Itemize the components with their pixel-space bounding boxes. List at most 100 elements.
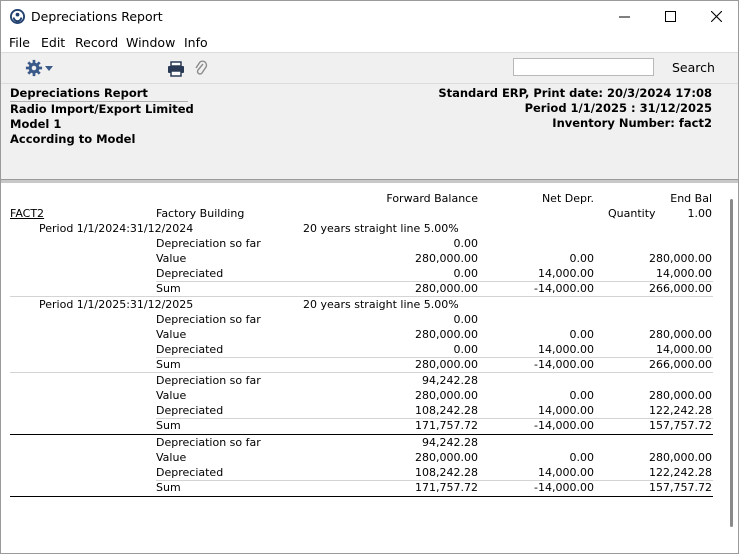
forward-balance-value: 280,000.00	[415, 252, 478, 265]
vertical-scrollbar[interactable]	[730, 199, 733, 527]
period-label: Period 1/1/2024:31/12/2024	[39, 222, 194, 235]
net-depr-value: 0.00	[569, 389, 595, 402]
row-label: Depreciation so far	[156, 237, 261, 250]
menu-info[interactable]: Info	[184, 35, 208, 50]
minimize-button[interactable]	[601, 1, 647, 32]
row-label: Value	[156, 389, 187, 402]
net-depr-value: -14,000.00	[534, 481, 594, 494]
forward-balance-value: 280,000.00	[415, 389, 478, 402]
end-bal-value: 280,000.00	[649, 451, 712, 464]
search-input[interactable]	[513, 58, 654, 76]
forward-balance-value: 0.00	[453, 313, 479, 326]
period-label: Period 1/1/2025:31/12/2025	[39, 298, 194, 311]
period-range: Period 1/1/2025 : 31/12/2025	[524, 101, 712, 115]
forward-balance-value: 108,242.28	[415, 404, 478, 417]
row-label: Depreciation so far	[156, 436, 261, 449]
net-depr-value: -14,000.00	[534, 282, 594, 295]
end-bal-value: 266,000.00	[649, 358, 712, 371]
period-separator	[10, 372, 713, 373]
depreciation-method: 20 years straight line 5.00%	[303, 222, 459, 235]
forward-balance-value: 280,000.00	[415, 282, 478, 295]
toolbar: Search	[1, 52, 738, 83]
end-bal-value: 157,757.72	[649, 481, 712, 494]
menu-file[interactable]: File	[9, 35, 30, 50]
forward-balance-value: 171,757.72	[415, 419, 478, 432]
row-label: Value	[156, 328, 187, 341]
grand-total-separator	[10, 434, 713, 435]
net-depr-value: -14,000.00	[534, 419, 594, 432]
inventory-number: Inventory Number: fact2	[552, 116, 712, 130]
printer-icon[interactable]	[167, 61, 185, 77]
end-bal-value: 14,000.00	[656, 267, 712, 280]
end-bal-value: 280,000.00	[649, 328, 712, 341]
app-logo-icon	[10, 9, 25, 24]
report-end-line	[10, 496, 713, 497]
end-bal-value: 122,242.28	[649, 404, 712, 417]
menu-record[interactable]: Record	[75, 35, 118, 50]
company-name: Radio Import/Export Limited	[10, 102, 194, 116]
report-header: Depreciations Report Radio Import/Export…	[1, 83, 738, 179]
row-label: Depreciation so far	[156, 374, 261, 387]
model-name: Model 1	[10, 117, 62, 131]
asset-name: Factory Building	[156, 207, 245, 220]
row-label: Depreciated	[156, 267, 224, 280]
paperclip-icon[interactable]	[194, 60, 208, 78]
quantity-value: 1.00	[687, 207, 713, 220]
row-label: Value	[156, 451, 187, 464]
depreciation-method: 20 years straight line 5.00%	[303, 298, 459, 311]
close-icon	[710, 11, 722, 22]
asset-code-link[interactable]: FACT2	[10, 207, 44, 220]
row-label: Value	[156, 252, 187, 265]
net-depr-value: 0.00	[569, 451, 595, 464]
end-bal-value: 157,757.72	[649, 419, 712, 432]
minimize-icon	[618, 16, 630, 18]
net-depr-value: 0.00	[569, 252, 595, 265]
row-label: Depreciated	[156, 466, 224, 479]
net-depr-value: 14,000.00	[538, 466, 594, 479]
title-bar: Depreciations Report	[1, 1, 738, 32]
maximize-button[interactable]	[647, 1, 693, 32]
according-to: According to Model	[10, 132, 136, 146]
gear-icon[interactable]	[25, 59, 43, 77]
report-body: Forward Balance Net Depr. End Bal FACT2 …	[1, 183, 738, 553]
forward-balance-value: 108,242.28	[415, 466, 478, 479]
menu-window[interactable]: Window	[126, 35, 175, 50]
forward-balance-value: 171,757.72	[415, 481, 478, 494]
end-bal-value: 266,000.00	[649, 282, 712, 295]
forward-balance-value: 0.00	[453, 237, 479, 250]
search-button[interactable]: Search	[672, 60, 715, 75]
menu-edit[interactable]: Edit	[41, 35, 65, 50]
period-separator	[10, 296, 713, 297]
forward-balance-value: 280,000.00	[415, 358, 478, 371]
quantity-label: Quantity	[608, 207, 656, 220]
col-end-bal: End Bal	[670, 192, 712, 205]
net-depr-value: 14,000.00	[538, 404, 594, 417]
header-right-block: Standard ERP, Print date: 20/3/2024 17:0…	[438, 86, 712, 131]
row-label: Sum	[156, 481, 181, 494]
report-window: Depreciations Report File Edit Record Wi…	[0, 0, 739, 554]
net-depr-value: 14,000.00	[538, 267, 594, 280]
row-label: Sum	[156, 358, 181, 371]
row-label: Depreciated	[156, 404, 224, 417]
forward-balance-value: 280,000.00	[415, 328, 478, 341]
end-bal-value: 280,000.00	[649, 252, 712, 265]
forward-balance-value: 0.00	[453, 343, 479, 356]
forward-balance-value: 280,000.00	[415, 451, 478, 464]
row-label: Depreciated	[156, 343, 224, 356]
menu-bar: File Edit Record Window Info	[1, 32, 738, 52]
report-title: Depreciations Report	[10, 86, 188, 102]
forward-balance-value: 0.00	[453, 267, 479, 280]
maximize-icon	[664, 11, 676, 22]
end-bal-value: 14,000.00	[656, 343, 712, 356]
end-bal-value: 280,000.00	[649, 389, 712, 402]
row-label: Sum	[156, 282, 181, 295]
forward-balance-value: 94,242.28	[422, 436, 478, 449]
end-bal-value: 122,242.28	[649, 466, 712, 479]
net-depr-value: 14,000.00	[538, 343, 594, 356]
col-forward-balance: Forward Balance	[386, 192, 478, 205]
header-left-block: Depreciations Report Radio Import/Export…	[10, 86, 194, 147]
chevron-down-icon[interactable]	[45, 66, 53, 71]
print-date: Standard ERP, Print date: 20/3/2024 17:0…	[438, 86, 712, 100]
row-label: Depreciation so far	[156, 313, 261, 326]
close-button[interactable]	[693, 1, 739, 32]
